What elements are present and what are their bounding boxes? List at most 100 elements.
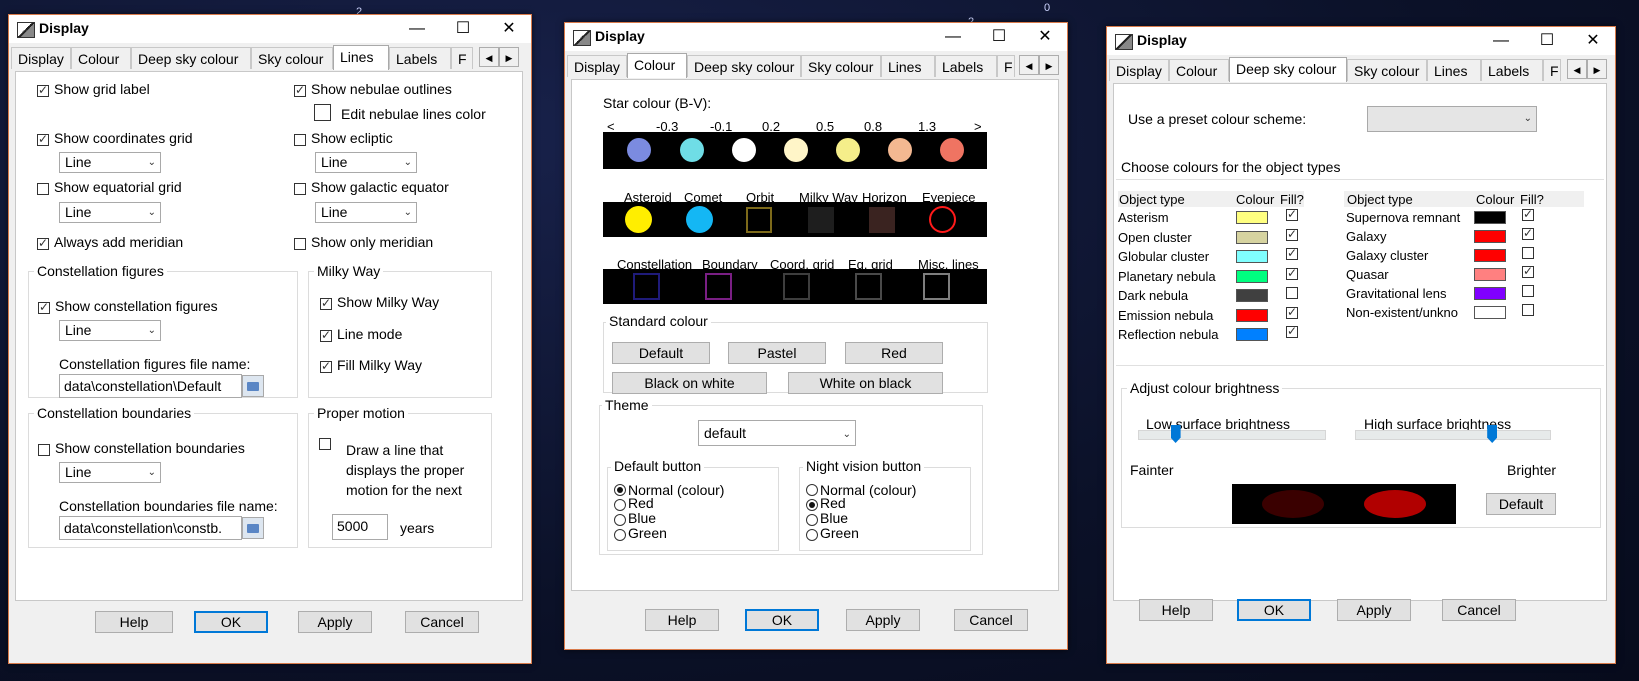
star-colour-swatch[interactable] <box>732 138 756 162</box>
object-colour-swatch[interactable] <box>1474 211 1506 224</box>
ecliptic-mode-select[interactable]: Line ⌄ <box>315 152 417 173</box>
tab-lines[interactable]: Lines <box>881 55 935 77</box>
star-colour-swatch[interactable] <box>888 138 912 162</box>
help-button[interactable]: Help <box>95 611 173 633</box>
show-grid-label-checkbox[interactable] <box>37 83 49 97</box>
tab-overflow[interactable]: F <box>997 55 1015 77</box>
proper-motion-years-input[interactable]: 5000 <box>332 514 388 540</box>
help-button[interactable]: Help <box>1139 599 1213 621</box>
eyepiece-colour-swatch[interactable] <box>929 206 956 233</box>
boundary-line-colour-swatch[interactable] <box>705 273 732 300</box>
minimize-button[interactable]: — <box>1479 29 1523 53</box>
star-colour-swatch[interactable] <box>940 138 964 162</box>
night-green-radio[interactable] <box>806 529 818 541</box>
maximize-button[interactable]: ☐ <box>1525 29 1569 53</box>
default-green-radio[interactable] <box>614 529 626 541</box>
show-constellation-figures-checkbox[interactable] <box>38 300 50 314</box>
comet-colour-swatch[interactable] <box>686 206 713 233</box>
object-colour-swatch[interactable] <box>1474 249 1506 262</box>
constellation-figures-mode-select[interactable]: Line ⌄ <box>59 320 161 341</box>
constellation-boundaries-file-input[interactable]: data\constellation\constb. <box>59 516 242 540</box>
default-scheme-button[interactable]: Default <box>612 342 710 364</box>
close-button[interactable]: ✕ <box>1023 25 1067 49</box>
tab-overflow[interactable]: F <box>1543 59 1561 81</box>
object-fill-checkbox[interactable] <box>1286 227 1298 241</box>
object-fill-checkbox[interactable] <box>1286 266 1298 280</box>
tab-labels[interactable]: Labels <box>389 47 451 69</box>
default-red-radio[interactable] <box>614 499 626 511</box>
tab-overflow[interactable]: F <box>451 47 473 69</box>
object-fill-checkbox[interactable] <box>1522 208 1534 221</box>
star-colour-swatch[interactable] <box>680 138 704 162</box>
night-red-radio[interactable] <box>806 499 818 511</box>
browse-folder-icon[interactable] <box>242 375 264 397</box>
theme-select[interactable]: default ⌄ <box>698 420 856 446</box>
object-colour-swatch[interactable] <box>1236 269 1268 283</box>
galactic-equator-mode-select[interactable]: Line ⌄ <box>315 202 417 223</box>
constellation-figures-file-input[interactable]: data\constellation\Default <box>59 374 242 398</box>
show-ecliptic-checkbox[interactable] <box>294 134 306 146</box>
object-colour-swatch[interactable] <box>1236 250 1268 263</box>
tab-display[interactable]: Display <box>567 55 627 77</box>
maximize-button[interactable]: ☐ <box>977 25 1021 49</box>
tab-colour[interactable]: Colour <box>627 53 687 78</box>
tab-scroll-left-icon[interactable]: ◀ <box>1019 55 1039 75</box>
eq-grid-colour-swatch[interactable] <box>855 273 882 300</box>
apply-button[interactable]: Apply <box>298 611 372 633</box>
object-fill-checkbox[interactable] <box>1286 324 1298 338</box>
tab-deep-sky-colour[interactable]: Deep sky colour <box>1229 57 1347 82</box>
black-on-white-button[interactable]: Black on white <box>612 372 767 394</box>
tab-scroll-left-icon[interactable]: ◀ <box>479 47 499 67</box>
tab-sky-colour[interactable]: Sky colour <box>251 47 333 69</box>
object-fill-checkbox[interactable] <box>1286 305 1298 319</box>
object-fill-checkbox[interactable] <box>1522 285 1534 297</box>
show-constellation-boundaries-checkbox[interactable] <box>38 444 50 456</box>
pastel-scheme-button[interactable]: Pastel <box>728 342 826 364</box>
ok-button[interactable]: OK <box>745 609 819 631</box>
show-coordinates-grid-checkbox[interactable] <box>37 132 49 146</box>
object-fill-checkbox[interactable] <box>1286 208 1298 221</box>
object-colour-swatch[interactable] <box>1236 289 1268 302</box>
show-galactic-equator-checkbox[interactable] <box>294 183 306 195</box>
tab-display[interactable]: Display <box>1109 59 1169 81</box>
constellation-boundaries-mode-select[interactable]: Line ⌄ <box>59 462 161 483</box>
tab-display[interactable]: Display <box>11 47 71 69</box>
close-button[interactable]: ✕ <box>487 17 531 41</box>
always-add-meridian-checkbox[interactable] <box>37 236 49 250</box>
object-colour-swatch[interactable] <box>1236 211 1268 224</box>
red-scheme-button[interactable]: Red <box>845 342 943 364</box>
object-fill-checkbox[interactable] <box>1522 247 1534 259</box>
browse-folder-icon[interactable] <box>242 517 264 539</box>
constellation-line-colour-swatch[interactable] <box>633 273 660 300</box>
ok-button[interactable]: OK <box>194 611 268 633</box>
tab-sky-colour[interactable]: Sky colour <box>1347 59 1427 81</box>
object-colour-swatch[interactable] <box>1236 328 1268 341</box>
brightness-default-button[interactable]: Default <box>1486 493 1556 515</box>
star-colour-swatch[interactable] <box>627 138 651 162</box>
preset-select[interactable]: ⌄ <box>1367 106 1537 132</box>
cancel-button[interactable]: Cancel <box>405 611 479 633</box>
tab-colour[interactable]: Colour <box>1169 59 1229 81</box>
tab-labels[interactable]: Labels <box>935 55 997 77</box>
orbit-colour-swatch[interactable] <box>746 207 772 233</box>
coord-grid-colour-swatch[interactable] <box>783 273 810 300</box>
apply-button[interactable]: Apply <box>1337 599 1411 621</box>
object-fill-checkbox[interactable] <box>1286 287 1298 299</box>
white-on-black-button[interactable]: White on black <box>788 372 943 394</box>
edit-nebulae-lines-color-checkbox[interactable] <box>314 104 331 121</box>
default-blue-radio[interactable] <box>614 514 626 526</box>
object-colour-swatch[interactable] <box>1474 287 1506 300</box>
misc-lines-colour-swatch[interactable] <box>923 273 950 300</box>
show-equatorial-grid-checkbox[interactable] <box>37 183 49 195</box>
equatorial-grid-mode-select[interactable]: Line ⌄ <box>59 202 161 223</box>
help-button[interactable]: Help <box>645 609 719 631</box>
milky-way-colour-swatch[interactable] <box>808 207 834 233</box>
horizon-colour-swatch[interactable] <box>869 207 895 233</box>
tab-lines[interactable]: Lines <box>333 45 389 70</box>
line-mode-checkbox[interactable] <box>320 328 332 342</box>
tab-lines[interactable]: Lines <box>1427 59 1481 81</box>
object-colour-swatch[interactable] <box>1474 230 1506 243</box>
default-normal-radio[interactable] <box>614 484 626 496</box>
night-blue-radio[interactable] <box>806 514 818 526</box>
minimize-button[interactable]: — <box>931 25 975 49</box>
